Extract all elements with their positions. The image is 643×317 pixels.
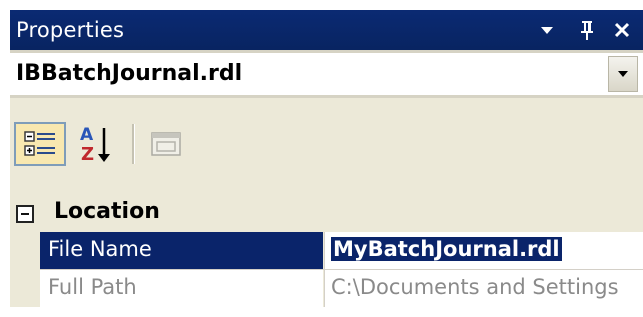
category-row-location[interactable]: Location xyxy=(10,196,643,232)
svg-text:A: A xyxy=(80,125,94,145)
categorized-icon xyxy=(24,131,55,156)
property-pages-button[interactable] xyxy=(146,124,186,164)
title-bar[interactable]: Properties xyxy=(10,10,643,50)
categorized-button[interactable] xyxy=(14,122,66,166)
property-grid: Location File Name MyBatchJournal.rdl Fu… xyxy=(10,196,643,307)
window-title: Properties xyxy=(16,18,125,42)
property-value-text[interactable]: MyBatchJournal.rdl xyxy=(331,237,562,261)
chevron-down-icon xyxy=(618,71,628,77)
selected-object-name: IBBatchJournal.rdl xyxy=(16,61,243,86)
property-pages-icon xyxy=(151,132,181,156)
alphabetical-sort-icon: A Z xyxy=(80,125,110,165)
property-value-field[interactable]: MyBatchJournal.rdl xyxy=(324,232,643,269)
properties-toolbar: A Z xyxy=(10,98,643,196)
collapse-icon[interactable] xyxy=(16,205,34,223)
category-label: Location xyxy=(54,199,160,224)
property-row-full-path[interactable]: Full Path C:\Documents and Settings xyxy=(40,270,643,307)
close-icon[interactable] xyxy=(607,14,637,46)
property-name[interactable]: Full Path xyxy=(40,270,323,307)
svg-text:Z: Z xyxy=(81,144,94,165)
toolbar-separator xyxy=(132,124,135,164)
property-name[interactable]: File Name xyxy=(40,232,323,269)
window-position-dropdown-icon[interactable] xyxy=(532,14,562,46)
object-selector[interactable]: IBBatchJournal.rdl xyxy=(10,50,643,98)
properties-window: Properties IBBatchJournal.rdl A Z Locati… xyxy=(10,10,643,307)
property-value-field[interactable]: C:\Documents and Settings xyxy=(324,270,643,307)
object-selector-dropdown-button[interactable] xyxy=(608,56,638,92)
auto-hide-pin-icon[interactable] xyxy=(572,14,602,46)
property-row-file-name[interactable]: File Name MyBatchJournal.rdl xyxy=(40,232,643,270)
alphabetical-button[interactable]: A Z xyxy=(76,120,116,168)
